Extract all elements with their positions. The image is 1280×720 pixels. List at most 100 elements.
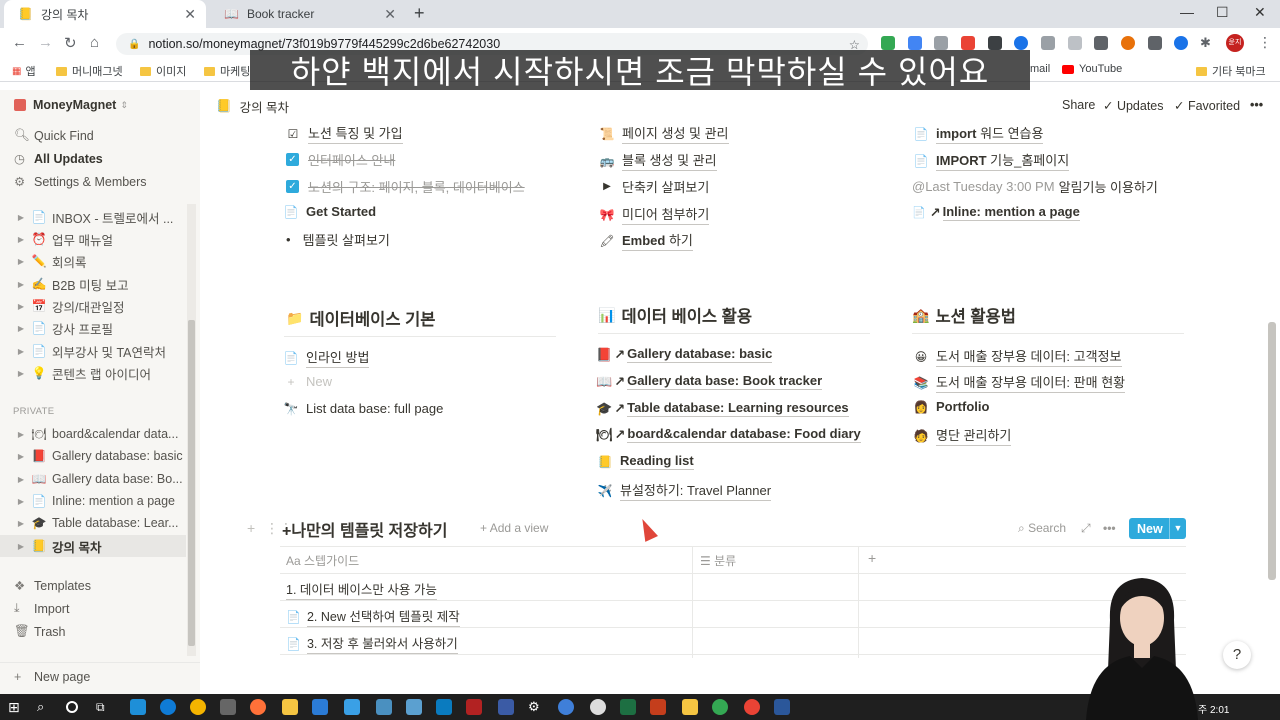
task-view-icon[interactable]: ⧉ — [96, 699, 112, 715]
page-link[interactable]: 도서 매출 장부용 데이터: 판매 현황 — [936, 372, 1126, 393]
expand-triangle-icon[interactable]: ▶ — [12, 347, 30, 356]
back-icon[interactable]: ← — [12, 34, 27, 51]
bookmark-folder[interactable]: 머니매그넷 — [56, 63, 123, 79]
page-link[interactable]: board&calendar database: Food diary — [627, 426, 861, 443]
sidebar-item-contacts[interactable]: ▶ 📄 외부강사 및 TA연락처 — [0, 340, 186, 362]
list-item[interactable]: 📜 페이지 생성 및 관리 — [598, 123, 729, 144]
browser-tab[interactable]: 📖 Book tracker ✕ — [210, 0, 406, 28]
updates-button[interactable]: ✓ Updates — [1103, 98, 1164, 113]
app-icon[interactable] — [344, 699, 360, 715]
bookmark-apps[interactable]: ▦ 앱 — [12, 63, 36, 79]
list-item[interactable]: 📄 IMPORT 기능_홈페이지 — [912, 150, 1070, 171]
app-icon[interactable] — [312, 699, 328, 715]
page-link[interactable]: 도서 매출 장부용 데이터: 고객정보 — [936, 346, 1122, 367]
close-tab-icon[interactable]: ✕ — [184, 6, 196, 22]
page-link[interactable]: 노션 특징 및 가입 — [308, 123, 403, 144]
linked-page[interactable]: 🎓 ↗ Table database: Learning resources — [596, 400, 849, 417]
bookmark-mail[interactable]: mail — [1030, 63, 1050, 75]
list-item[interactable]: 😀 도서 매출 장부용 데이터: 고객정보 — [912, 346, 1122, 367]
chrome-icon[interactable] — [744, 699, 760, 715]
page-link[interactable]: Embed 하기 — [622, 230, 693, 251]
expand-triangle-icon[interactable]: ▶ — [12, 430, 30, 439]
settings-gear-icon[interactable]: ⚙ — [528, 699, 544, 715]
extension-icon[interactable] — [1014, 36, 1028, 50]
minimize-icon[interactable]: — — [1180, 4, 1194, 20]
expand-triangle-icon[interactable]: ▶ — [12, 452, 30, 461]
list-item[interactable]: 🖍 Embed 하기 — [598, 230, 693, 251]
sidebar-item-minutes[interactable]: ▶ ✏️ 회의록 — [0, 250, 186, 272]
checkbox-checked[interactable]: ✓ — [286, 180, 299, 193]
help-button[interactable]: ? — [1223, 641, 1251, 669]
browser-tab-active[interactable]: 📒 강의 목차 ✕ — [4, 0, 206, 28]
profile-avatar[interactable]: 윤지 — [1226, 34, 1244, 52]
column-header[interactable]: ☰ 분류 — [700, 552, 736, 569]
sidebar-item-b2b[interactable]: ▶ ✍️ B2B 미팅 보고 — [0, 273, 186, 295]
app-icon[interactable] — [558, 699, 574, 715]
column-header[interactable]: Aa 스텝가이드 — [286, 552, 359, 569]
list-item[interactable]: 📄 Get Started — [282, 204, 377, 219]
checkbox-checked[interactable]: ✓ — [286, 153, 299, 166]
expand-triangle-icon[interactable]: ▶ — [12, 542, 30, 551]
reload-icon[interactable]: ↻ — [64, 34, 77, 52]
edge-icon[interactable] — [160, 699, 176, 715]
todo-item[interactable]: ✓ 노션의 구조: 페이지, 블록, 데이터베이스 — [286, 177, 525, 196]
extension-icon[interactable] — [988, 36, 1002, 50]
database-title[interactable]: +나만의 템플릿 저장하기 — [282, 517, 447, 541]
bookmark-folder[interactable]: 이미지 — [140, 63, 186, 79]
date-mention[interactable]: @Last Tuesday 3:00 PM — [912, 179, 1055, 194]
table-row[interactable]: 📄 3. 저장 후 불러와서 사용하기 — [286, 633, 458, 654]
add-column-icon[interactable]: + — [868, 550, 876, 566]
forward-icon[interactable]: → — [38, 34, 53, 51]
extensions-puzzle-icon[interactable]: ✱ — [1200, 36, 1214, 50]
bookmark-youtube[interactable]: YouTube — [1062, 63, 1122, 75]
table-row[interactable]: 1. 데이터 베이스만 사용 가능 — [286, 579, 437, 600]
list-item[interactable]: 📄 import 워드 연습용 — [912, 123, 1044, 144]
expand-triangle-icon[interactable]: ▶ — [12, 257, 30, 266]
database-search[interactable]: ⌕ Search — [1018, 521, 1066, 536]
sidebar-item-profile[interactable]: ▶ 📄 강사 프로필 — [0, 317, 186, 339]
expand-triangle-icon[interactable]: ▶ — [12, 324, 30, 333]
chevron-down-icon[interactable]: ▼ — [1169, 518, 1186, 539]
add-block-icon[interactable]: + — [247, 520, 255, 536]
reminder-item[interactable]: @Last Tuesday 3:00 PM 알림기능 이용하기 — [912, 177, 1158, 196]
page-link[interactable]: Gallery data base: Book tracker — [627, 373, 823, 390]
list-item[interactable]: 📄 ↗ Inline: mention a page — [912, 204, 1080, 221]
page-link[interactable]: Gallery database: basic — [627, 346, 773, 363]
row-title[interactable]: 3. 저장 후 불러와서 사용하기 — [306, 633, 458, 654]
list-item[interactable]: 🎀 미디어 첨부하기 — [598, 204, 710, 225]
chrome-menu-icon[interactable]: ⋮ — [1258, 34, 1272, 51]
sidebar-item-gallery-book[interactable]: ▶ 📖 Gallery data base: Bo... — [0, 468, 186, 490]
extension-icon[interactable] — [1174, 36, 1188, 50]
expand-icon[interactable]: ⤢ — [1081, 521, 1091, 536]
extension-icon[interactable] — [1121, 36, 1135, 50]
list-item[interactable]: ✈️ 뷰설정하기: Travel Planner — [596, 480, 772, 501]
app-icon[interactable] — [682, 699, 698, 715]
page-link[interactable]: 뷰설정하기: Travel Planner — [620, 480, 772, 501]
list-item[interactable]: 🧑 명단 관리하기 — [912, 425, 1012, 446]
toggle-triangle-icon[interactable]: ▶ — [598, 181, 616, 192]
expand-triangle-icon[interactable]: ▶ — [12, 235, 30, 244]
page-link[interactable]: 블록 생성 및 관리 — [622, 150, 717, 171]
main-scroll-thumb[interactable] — [1268, 322, 1276, 580]
sidebar-item-schedule[interactable]: ▶ 📅 강의/대관일정 — [0, 295, 186, 317]
excel-icon[interactable] — [620, 699, 636, 715]
list-item[interactable]: 📒 Reading list — [596, 453, 694, 470]
expand-triangle-icon[interactable]: ▶ — [12, 497, 30, 506]
app-icon[interactable] — [220, 699, 236, 715]
list-item[interactable]: 📚 도서 매출 장부용 데이터: 판매 현황 — [912, 372, 1126, 393]
new-record-button[interactable]: New ▼ — [1129, 518, 1186, 539]
linked-page[interactable]: 📕 ↗ Gallery database: basic — [596, 346, 773, 363]
close-tab-icon[interactable]: ✕ — [384, 6, 396, 22]
add-view-button[interactable]: + Add a view — [480, 521, 548, 535]
close-window-icon[interactable]: ✕ — [1254, 4, 1266, 21]
maximize-icon[interactable]: ☐ — [1216, 4, 1229, 21]
todo-item[interactable]: ✓ 인터페이스 안내 — [286, 150, 395, 169]
extension-icon[interactable] — [1041, 36, 1055, 50]
trash-link[interactable]: 🗑 Trash — [14, 624, 66, 639]
more-options-icon[interactable]: ••• — [1250, 98, 1263, 112]
bookmark-folder[interactable]: 마케팅 — [204, 63, 250, 79]
search-icon[interactable]: ⌕ — [37, 699, 53, 715]
page-link[interactable]: 인라인 방법 — [306, 347, 370, 368]
app-icon[interactable] — [406, 699, 422, 715]
list-item[interactable]: • 템플릿 살펴보기 — [286, 230, 390, 249]
